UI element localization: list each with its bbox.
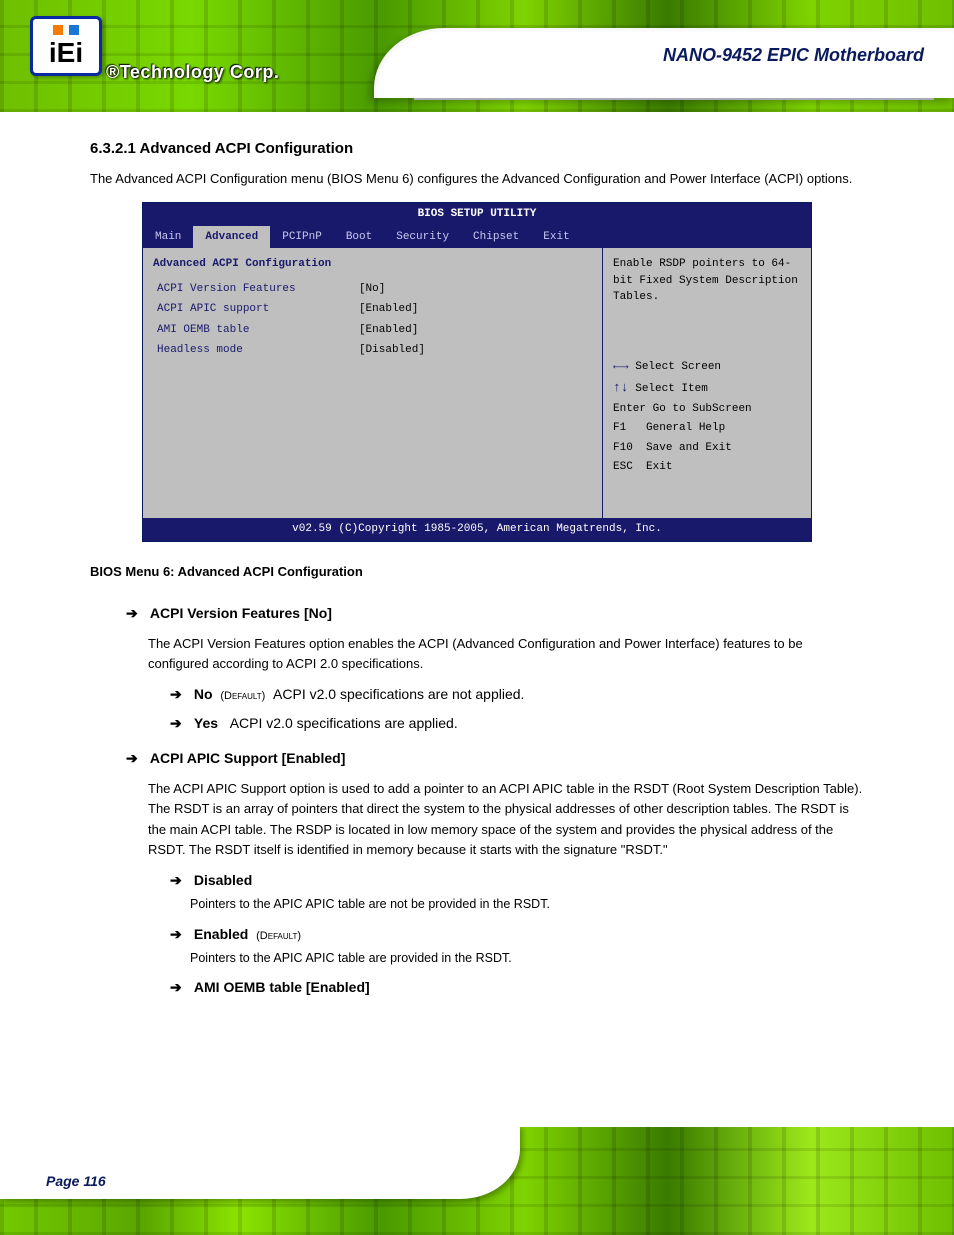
option-value-enabled: ➔ Enabled (Default) (170, 924, 864, 945)
option-heading-acpi-version: ➔ ACPI Version Features [No] (126, 603, 864, 624)
arrow-right-icon: ➔ (170, 977, 190, 998)
bios-row[interactable]: ACPI Version Features[No] (153, 279, 592, 300)
bios-tab-boot[interactable]: Boot (334, 226, 384, 249)
bios-tab-exit[interactable]: Exit (531, 226, 581, 249)
header-title: NANO-9452 EPIC Motherboard (663, 45, 924, 66)
option-value-desc: Pointers to the APIC APIC table are prov… (190, 949, 864, 968)
arrow-left-right-icon: ←→ (613, 358, 629, 373)
arrow-right-icon: ➔ (170, 870, 190, 891)
brand-logo: iEi (30, 16, 102, 76)
page-number: Page 116 (46, 1173, 106, 1189)
bios-left-pane: Advanced ACPI Configuration ACPI Version… (143, 248, 603, 518)
bios-tab-advanced[interactable]: Advanced (193, 226, 270, 249)
option-heading-acpi-apic: ➔ ACPI APIC Support [Enabled] (126, 748, 864, 769)
arrow-right-icon: ➔ (126, 603, 146, 624)
logo-dot-blue (69, 25, 79, 35)
option-value-yes: ➔ Yes ACPI v2.0 specifications are appli… (170, 713, 864, 734)
bios-hint: Enable RSDP pointers to 64-bit Fixed Sys… (613, 256, 801, 306)
bios-settings-table: ACPI Version Features[No] ACPI APIC supp… (153, 279, 592, 361)
section-number: 6.3.2.1 Advanced ACPI Configuration (90, 138, 864, 161)
bios-copyright: v02.59 (C)Copyright 1985-2005, American … (143, 518, 811, 541)
arrow-right-icon: ➔ (170, 684, 190, 705)
bios-tab-chipset[interactable]: Chipset (461, 226, 531, 249)
bios-row[interactable]: AMI OEMB table[Enabled] (153, 320, 592, 341)
bios-screenshot: BIOS SETUP UTILITY Main Advanced PCIPnP … (142, 202, 812, 542)
bios-key-screen: ←→ Select Screen (613, 356, 801, 376)
bios-tab-security[interactable]: Security (384, 226, 461, 249)
bios-tab-main[interactable]: Main (143, 226, 193, 249)
bios-key-f1: F1 General Help (613, 420, 801, 437)
bios-right-pane: Enable RSDP pointers to 64-bit Fixed Sys… (603, 248, 811, 518)
option-value-no: ➔ No (Default) ACPI v2.0 specifications … (170, 684, 864, 705)
bios-key-item: ↑↓ Select Item (613, 378, 801, 398)
bios-key-f10: F10 Save and Exit (613, 440, 801, 457)
arrow-up-down-icon: ↑↓ (613, 380, 629, 395)
bios-tab-bar: Main Advanced PCIPnP Boot Security Chips… (143, 226, 811, 249)
brand-name: ®Technology Corp. (106, 62, 279, 83)
bios-tab-pcipnp[interactable]: PCIPnP (270, 226, 334, 249)
option-value-disabled: ➔ Disabled (170, 870, 864, 891)
logo-text: iEi (49, 39, 83, 67)
arrow-right-icon: ➔ (170, 924, 190, 945)
option-value-desc: Pointers to the APIC APIC table are not … (190, 895, 864, 914)
bios-row[interactable]: Headless mode[Disabled] (153, 340, 592, 361)
option-desc: The ACPI APIC Support option is used to … (148, 779, 864, 860)
footer-banner (0, 1127, 954, 1235)
bios-section-header: Advanced ACPI Configuration (153, 256, 592, 273)
option-desc: The ACPI Version Features option enables… (148, 634, 864, 674)
bios-row[interactable]: ACPI APIC support[Enabled] (153, 299, 592, 320)
arrow-right-icon: ➔ (126, 748, 146, 769)
section-intro: The Advanced ACPI Configuration menu (BI… (90, 169, 864, 189)
header-banner: iEi ®Technology Corp. NANO-9452 EPIC Mot… (0, 0, 954, 112)
bios-key-enter: Enter Go to SubScreen (613, 401, 801, 418)
logo-dot-orange (53, 25, 63, 35)
bios-title: BIOS SETUP UTILITY (143, 203, 811, 226)
figure-caption: BIOS Menu 6: Advanced ACPI Configuration (90, 562, 864, 582)
bios-key-esc: ESC Exit (613, 459, 801, 476)
arrow-right-icon: ➔ (170, 713, 190, 734)
option-heading-ami-oemb: ➔ AMI OEMB table [Enabled] (170, 977, 864, 998)
